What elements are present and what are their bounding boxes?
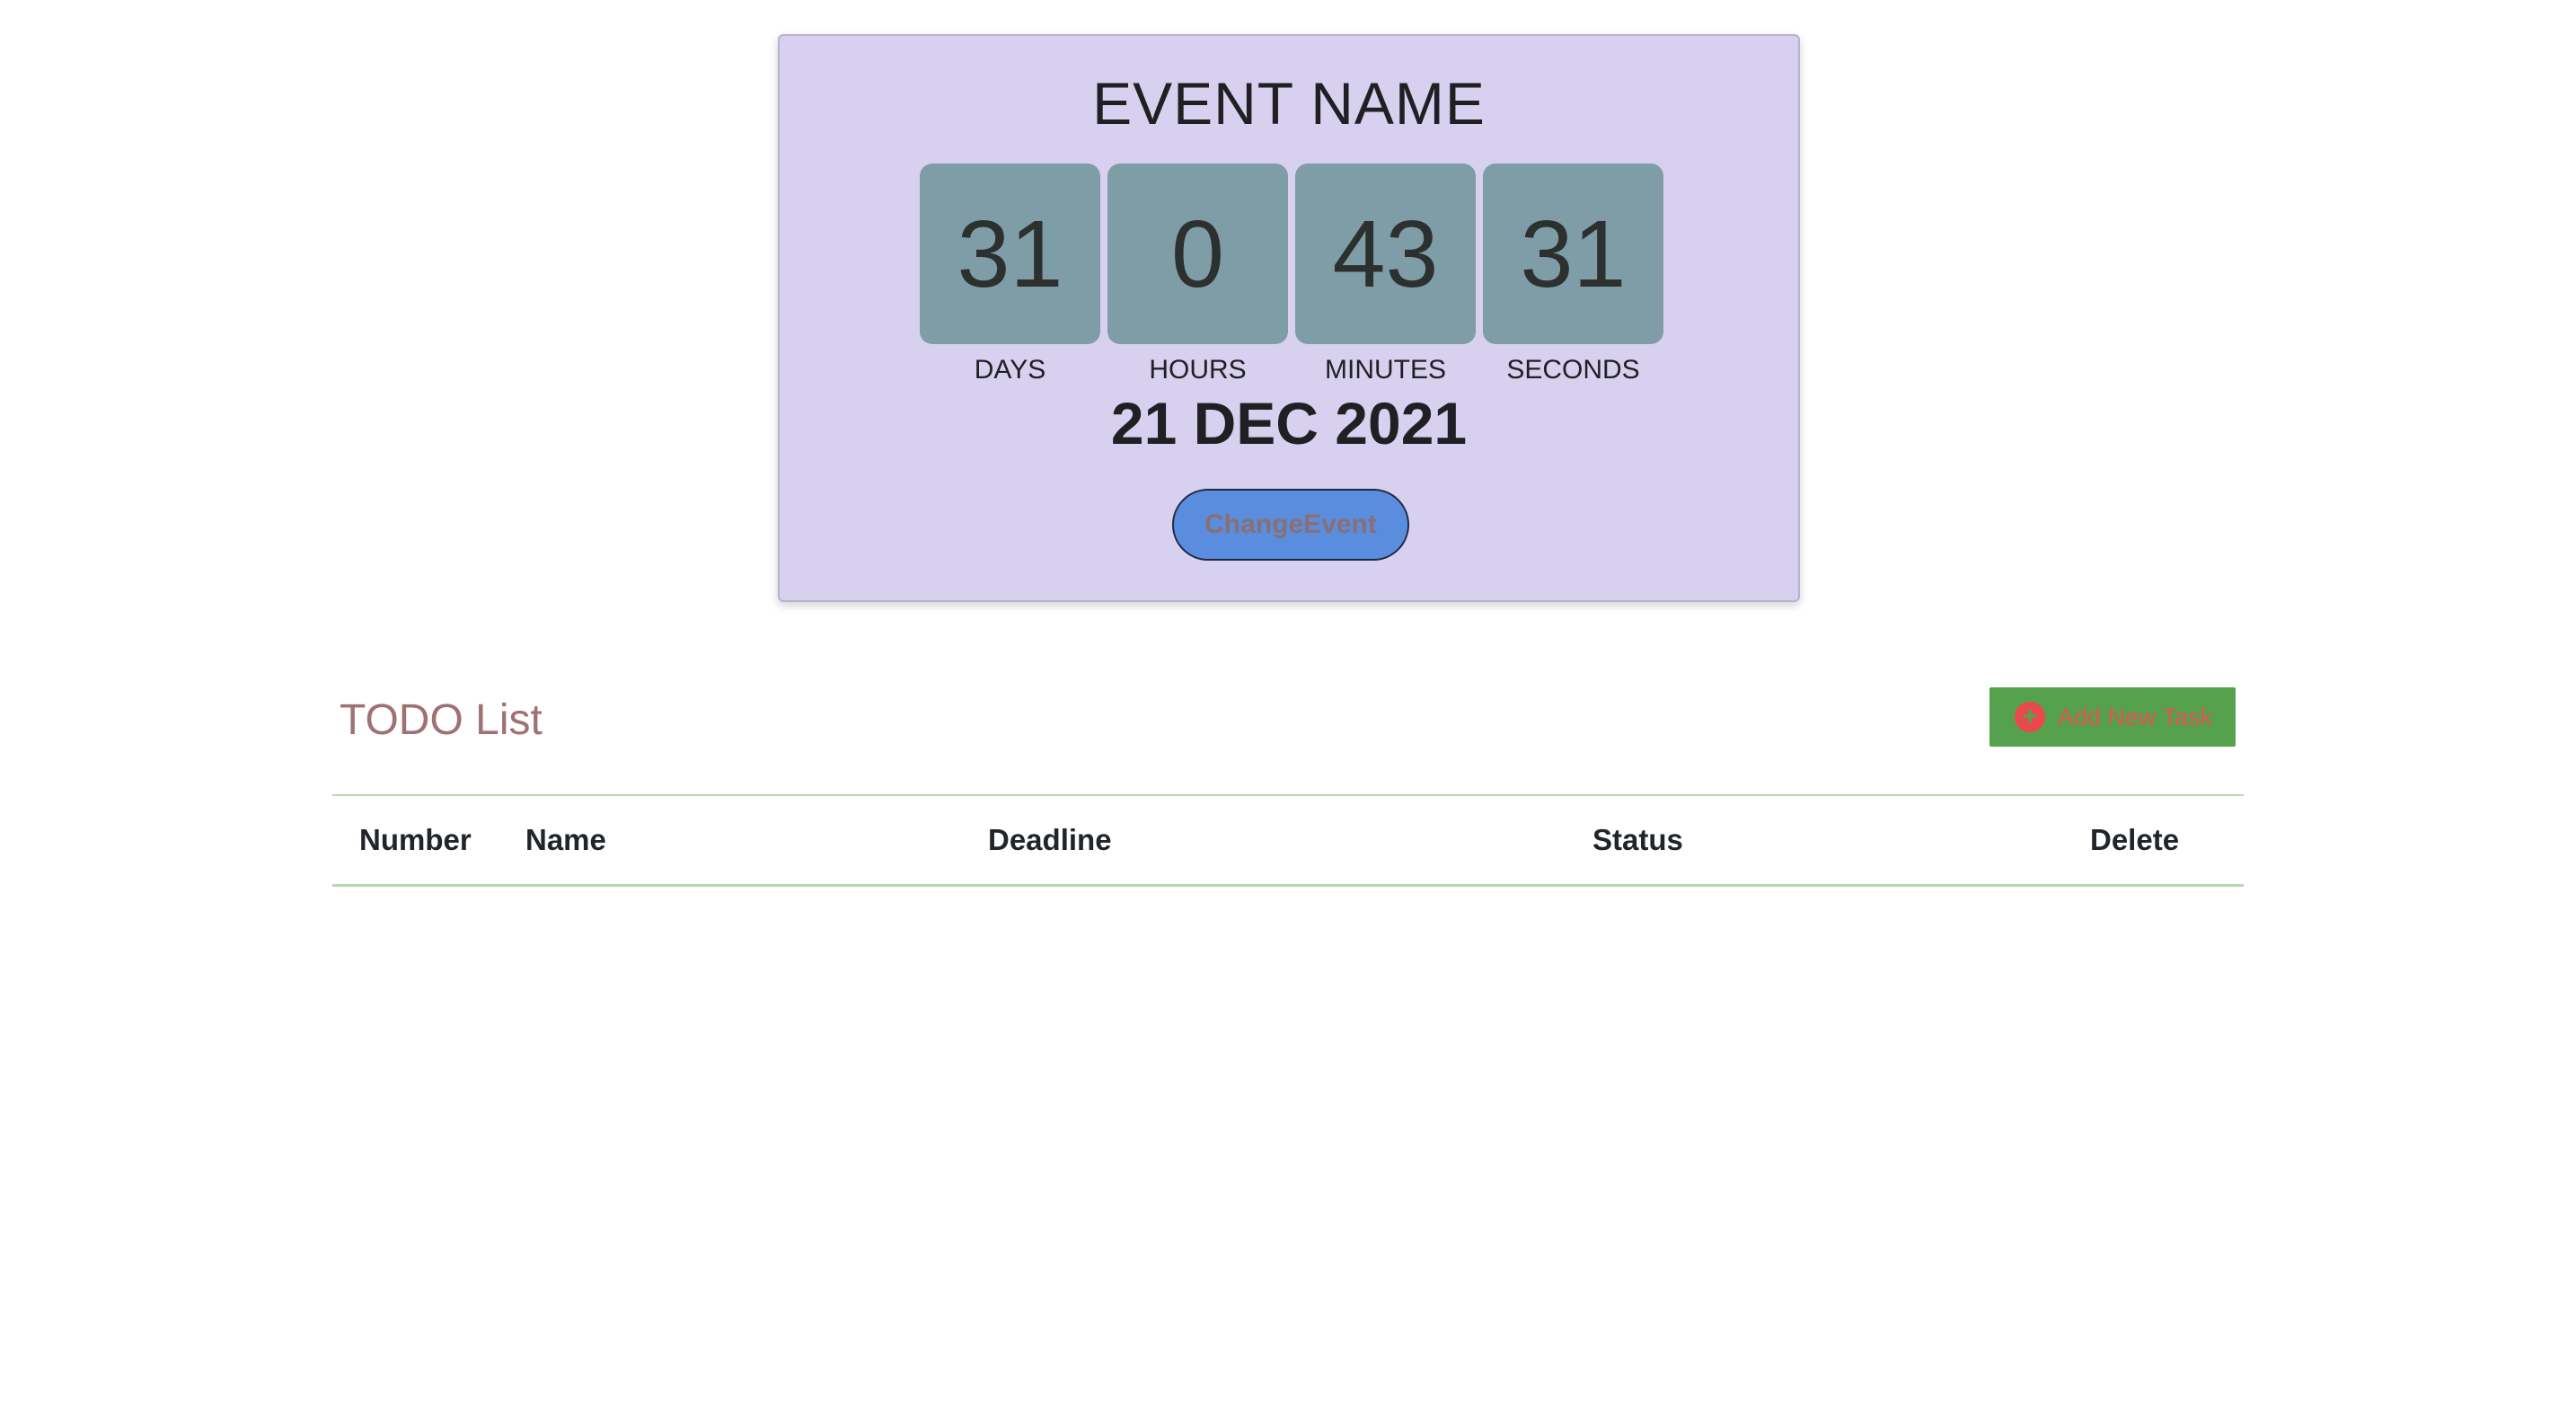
column-header-status: Status xyxy=(1592,823,1683,856)
countdown-seconds: 31 SECONDS xyxy=(1483,164,1663,384)
add-new-task-label: Add New Task xyxy=(2058,703,2213,730)
table-header-row: Number Name Deadline Status Delete xyxy=(332,794,2244,887)
event-date: 21 DEC 2021 xyxy=(1110,390,1468,456)
days-value: 31 xyxy=(920,164,1100,344)
add-new-task-button[interactable]: + Add New Task xyxy=(1989,687,2236,747)
column-header-deadline: Deadline xyxy=(988,823,1112,856)
plus-circle-icon: + xyxy=(2015,702,2045,732)
minutes-label: MINUTES xyxy=(1325,355,1446,385)
column-header-name: Name xyxy=(525,823,606,856)
change-event-button[interactable]: ChangeEvent xyxy=(1172,489,1409,561)
seconds-value: 31 xyxy=(1483,164,1663,344)
event-name: EVENT NAME xyxy=(1092,70,1486,137)
countdown-hours: 0 HOURS xyxy=(1107,164,1288,384)
hours-label: HOURS xyxy=(1149,355,1247,385)
countdown-days: 31 DAYS xyxy=(920,164,1100,384)
column-header-number: Number xyxy=(359,823,472,856)
column-header-delete: Delete xyxy=(2090,823,2180,856)
hours-value: 0 xyxy=(1107,164,1288,344)
event-countdown-card: EVENT NAME 31 DAYS 0 HOURS 43 MINUTES 31… xyxy=(778,34,1800,602)
minutes-value: 43 xyxy=(1295,164,1476,344)
days-label: DAYS xyxy=(974,355,1046,385)
seconds-label: SECONDS xyxy=(1506,355,1640,385)
todo-table: Number Name Deadline Status Delete xyxy=(332,794,2244,887)
todo-list-title: TODO List xyxy=(340,696,543,744)
countdown-timer: 31 DAYS 0 HOURS 43 MINUTES 31 SECONDS xyxy=(920,164,1663,384)
page: EVENT NAME 31 DAYS 0 HOURS 43 MINUTES 31… xyxy=(0,0,2576,1416)
countdown-minutes: 43 MINUTES xyxy=(1295,164,1476,384)
